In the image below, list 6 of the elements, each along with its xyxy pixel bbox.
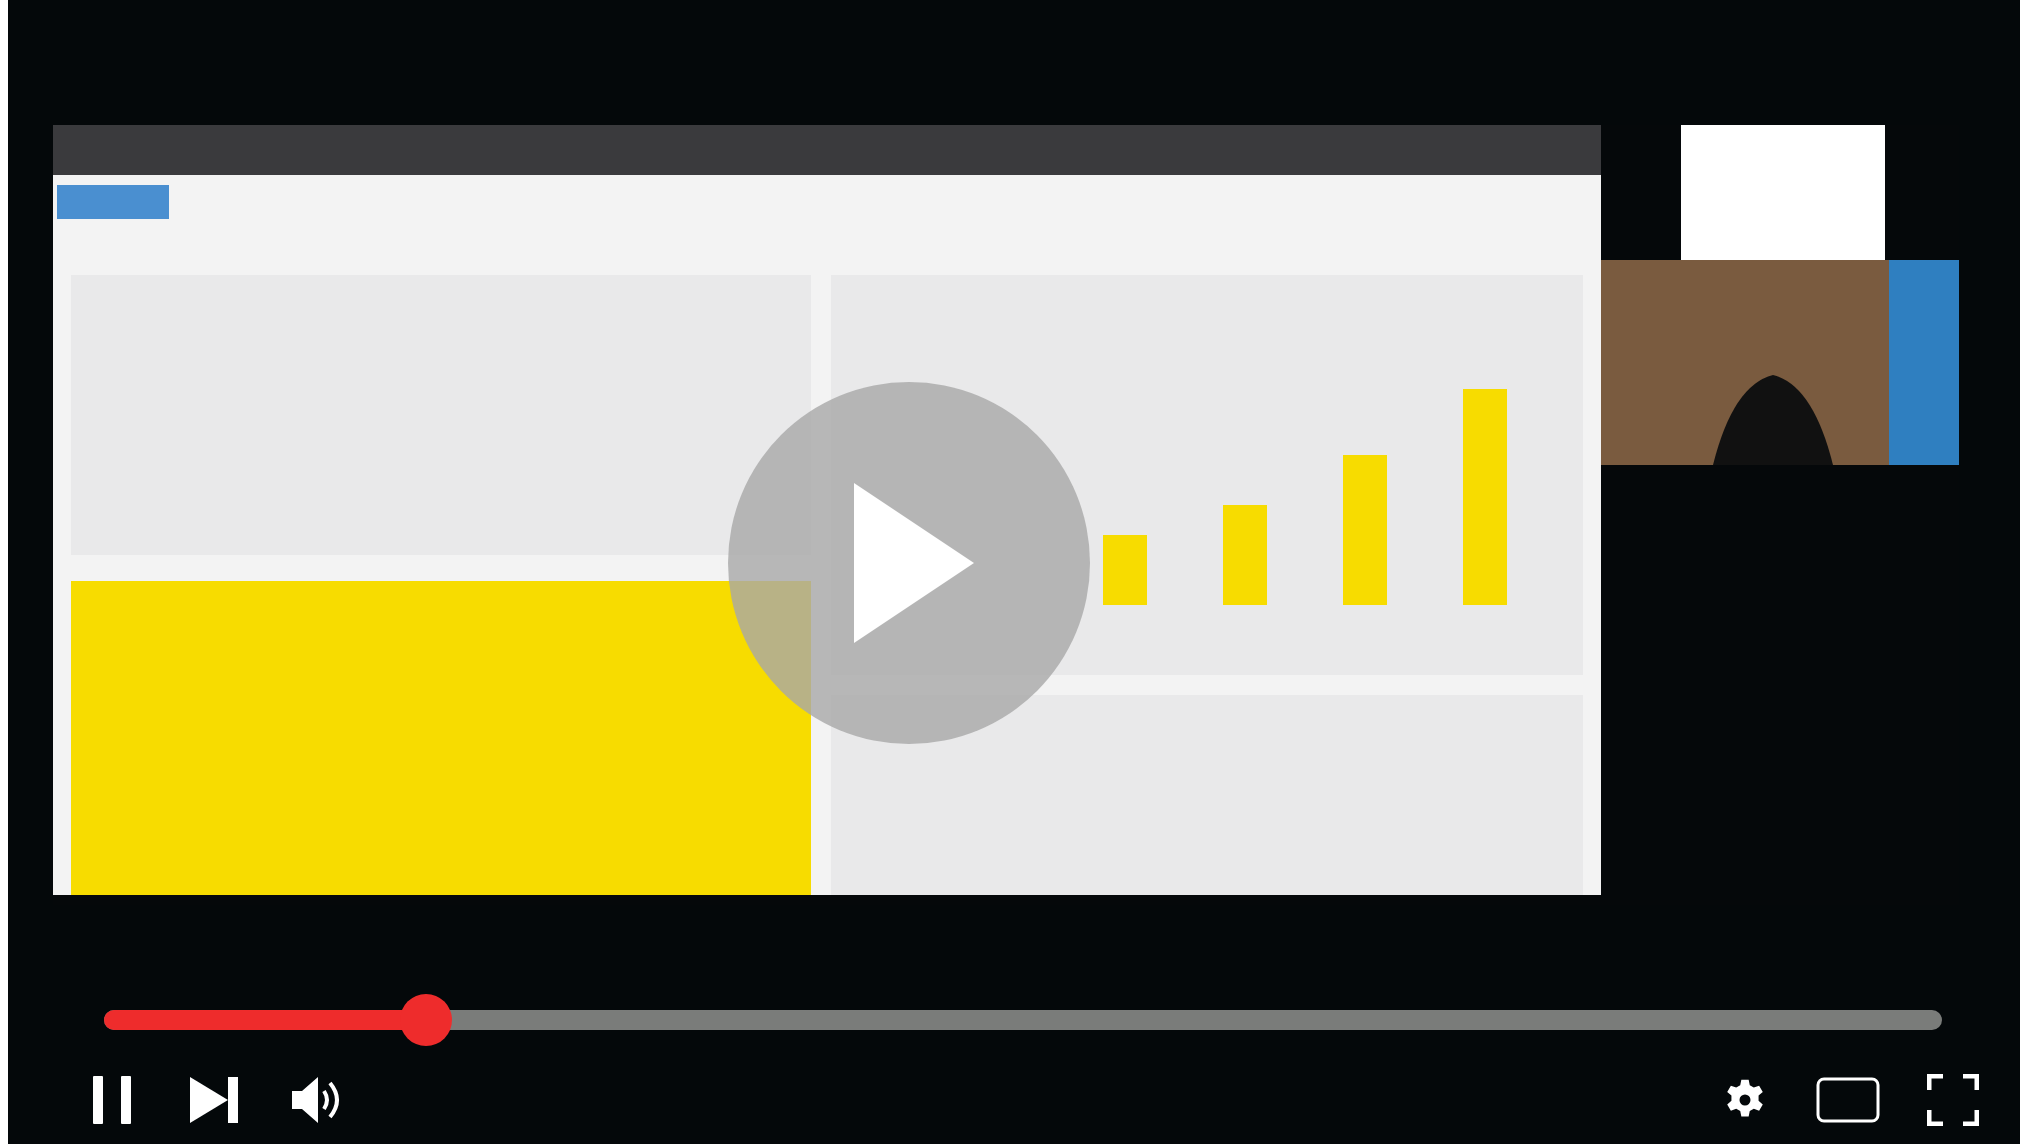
rectangle-icon [1816,1077,1880,1123]
theater-mode-button[interactable] [1816,1075,1880,1125]
fullscreen-icon [1927,1074,1979,1126]
fullscreen-button[interactable] [1926,1073,1980,1127]
skip-next-icon [190,1077,240,1123]
progress-handle[interactable] [399,994,452,1046]
